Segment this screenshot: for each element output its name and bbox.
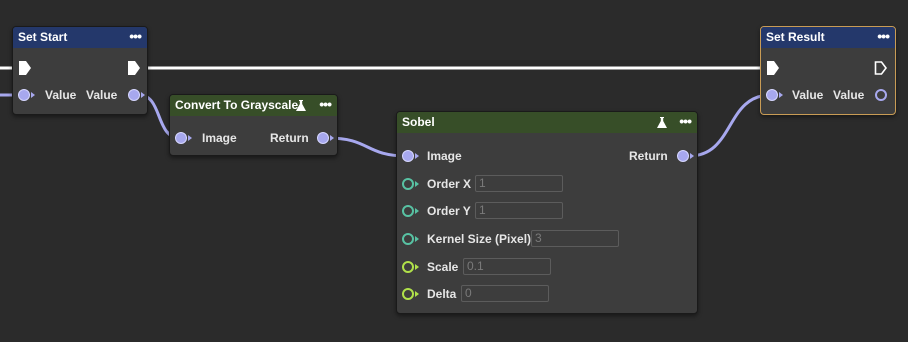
- data-pin-icon[interactable]: [175, 132, 187, 144]
- data-pin-icon[interactable]: [402, 178, 414, 190]
- set-start-output-label: Value: [86, 88, 118, 102]
- set-result-input-label: Value: [792, 88, 824, 102]
- data-pin-icon[interactable]: [317, 132, 329, 144]
- set-result-output-label: Value: [833, 88, 865, 102]
- pin-arrow-icon: [690, 153, 694, 159]
- grayscale-header[interactable]: Convert To Grayscale •••: [170, 95, 337, 116]
- pin-arrow-icon: [415, 181, 419, 187]
- set-start-title: Set Start: [18, 30, 68, 44]
- data-pin-icon[interactable]: [766, 89, 778, 101]
- scale-input[interactable]: 0.1: [463, 258, 551, 275]
- pin-arrow-icon: [141, 92, 145, 98]
- pin-arrow-icon: [31, 92, 35, 98]
- exec-pin-icon[interactable]: [18, 61, 32, 75]
- exec-pin-icon[interactable]: [874, 61, 888, 75]
- more-dots-icon[interactable]: •••: [679, 112, 692, 131]
- data-pin-icon[interactable]: [402, 261, 414, 273]
- pin-arrow-icon: [415, 236, 419, 242]
- data-pin-icon[interactable]: [402, 150, 414, 162]
- data-pin-icon[interactable]: [18, 89, 30, 101]
- param-label: Kernel Size (Pixel): [427, 232, 532, 246]
- set-result-node[interactable]: Set Result ••• Value Value: [760, 26, 896, 115]
- grayscale-node[interactable]: Convert To Grayscale ••• Image Return: [169, 94, 338, 156]
- data-pin-icon[interactable]: [128, 89, 140, 101]
- pin-arrow-icon: [415, 153, 419, 159]
- param-label: Order Y: [427, 204, 471, 218]
- order-y-input[interactable]: 1: [475, 202, 563, 219]
- more-dots-icon[interactable]: •••: [129, 27, 142, 46]
- param-label: Delta: [427, 287, 457, 301]
- set-start-node[interactable]: Set Start ••• Value Value: [12, 26, 148, 115]
- data-pin-icon[interactable]: [402, 233, 414, 245]
- flask-icon: [296, 100, 306, 111]
- set-result-title: Set Result: [766, 30, 825, 44]
- set-start-header[interactable]: Set Start •••: [13, 27, 147, 48]
- grayscale-output-label: Return: [270, 131, 309, 145]
- data-pin-icon[interactable]: [875, 89, 887, 101]
- data-pin-icon[interactable]: [677, 150, 689, 162]
- grayscale-title: Convert To Grayscale: [175, 98, 299, 112]
- sobel-header[interactable]: Sobel •••: [397, 112, 697, 133]
- value-wire-sobel-to-result: [688, 93, 772, 158]
- set-result-header[interactable]: Set Result •••: [761, 27, 895, 48]
- pin-arrow-icon: [188, 135, 192, 141]
- set-start-input-label: Value: [45, 88, 77, 102]
- sobel-output-label: Return: [629, 149, 668, 163]
- delta-input[interactable]: 0: [461, 285, 549, 302]
- kernel-size-input[interactable]: 3: [531, 230, 619, 247]
- sobel-node[interactable]: Sobel ••• Image Return Order X 1 Order Y…: [396, 111, 698, 314]
- pin-arrow-icon: [415, 264, 419, 270]
- more-dots-icon[interactable]: •••: [877, 27, 890, 46]
- sobel-title: Sobel: [402, 115, 435, 129]
- order-x-input[interactable]: 1: [475, 175, 563, 192]
- data-pin-icon[interactable]: [402, 288, 414, 300]
- param-label: Scale: [427, 260, 459, 274]
- more-dots-icon[interactable]: •••: [319, 95, 332, 114]
- grayscale-input-label: Image: [202, 131, 237, 145]
- sobel-input-label: Image: [427, 149, 462, 163]
- exec-pin-icon[interactable]: [766, 61, 780, 75]
- exec-pin-icon[interactable]: [127, 61, 141, 75]
- param-label: Order X: [427, 177, 472, 191]
- pin-arrow-icon: [779, 92, 783, 98]
- pin-arrow-icon: [415, 208, 419, 214]
- pin-arrow-icon: [330, 135, 334, 141]
- flask-icon: [657, 117, 667, 128]
- pin-arrow-icon: [415, 291, 419, 297]
- data-pin-icon[interactable]: [402, 205, 414, 217]
